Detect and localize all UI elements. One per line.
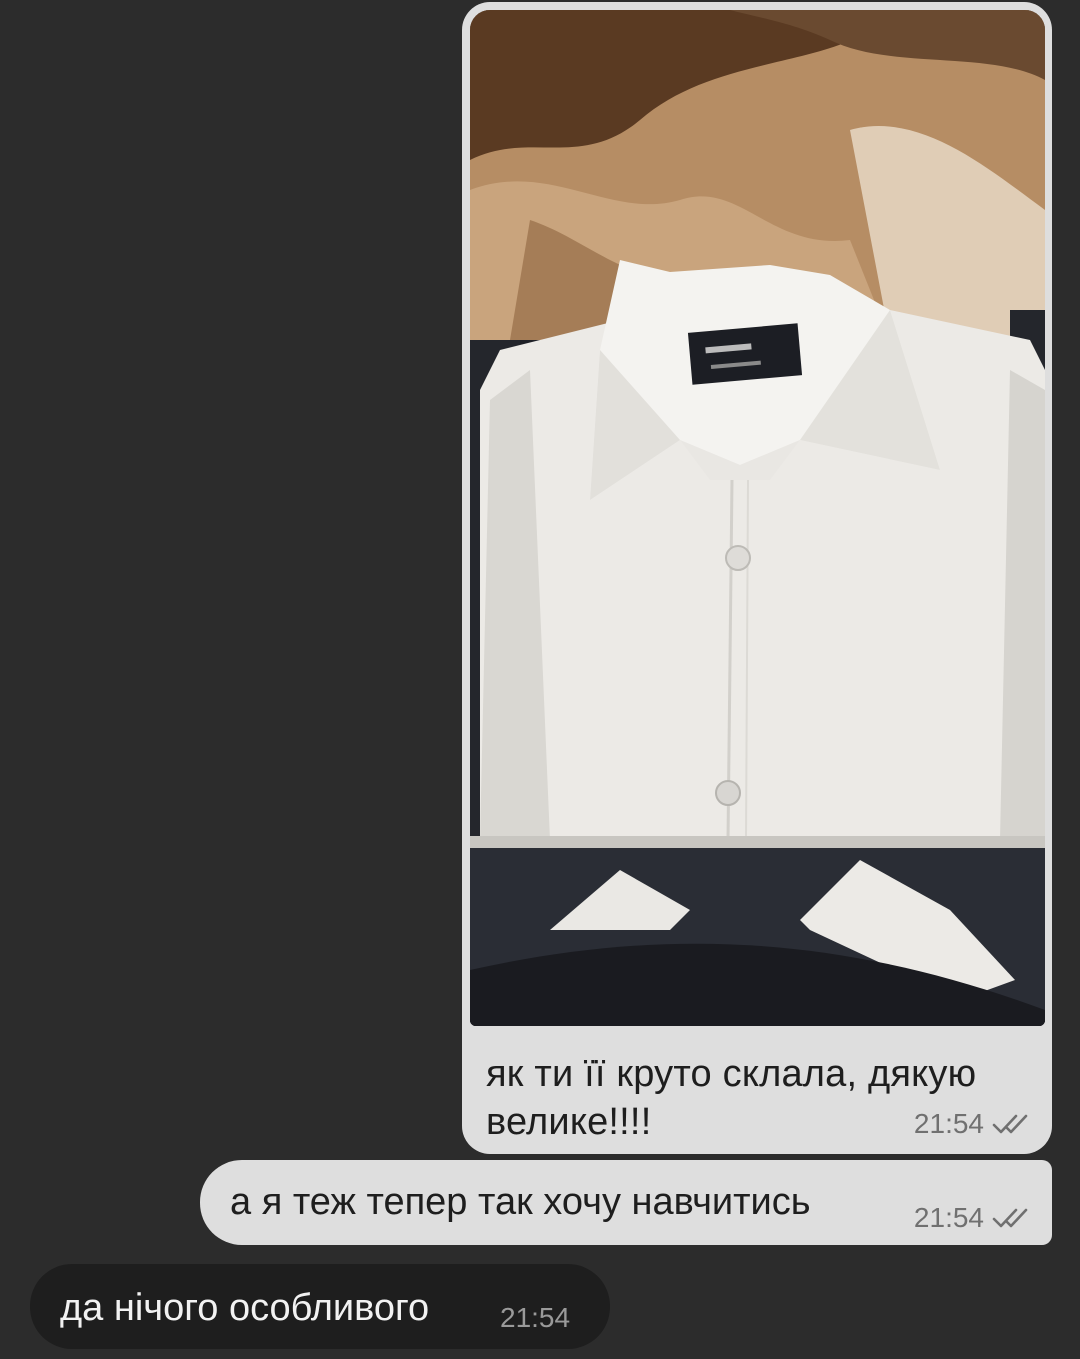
double-check-icon xyxy=(992,1207,1032,1229)
incoming-text-message[interactable]: да нічого особливого 21:54 xyxy=(30,1264,610,1349)
photo-message-meta: 21:54 xyxy=(914,1108,1032,1140)
double-check-icon xyxy=(992,1113,1032,1135)
shirt-photo[interactable] xyxy=(470,10,1045,1026)
message-time: 21:54 xyxy=(913,1202,984,1233)
photo-shirt-image xyxy=(470,10,1045,1026)
chat-screen: як ти її круто склала, дякую велике!!!! … xyxy=(0,0,1080,1359)
outgoing-text-message[interactable]: а я теж тепер так хочу навчитись 21:54 xyxy=(200,1160,1052,1245)
message-text: да нічого особливого xyxy=(60,1287,430,1329)
outgoing-photo-message[interactable]: як ти її круто склала, дякую велике!!!! … xyxy=(462,2,1052,1154)
message-text: а я теж тепер так хочу навчитись xyxy=(230,1181,811,1223)
message-time: 21:54 xyxy=(913,1108,984,1139)
text-message-meta: 21:54 xyxy=(914,1202,1032,1234)
message-time: 21:54 xyxy=(500,1302,571,1333)
